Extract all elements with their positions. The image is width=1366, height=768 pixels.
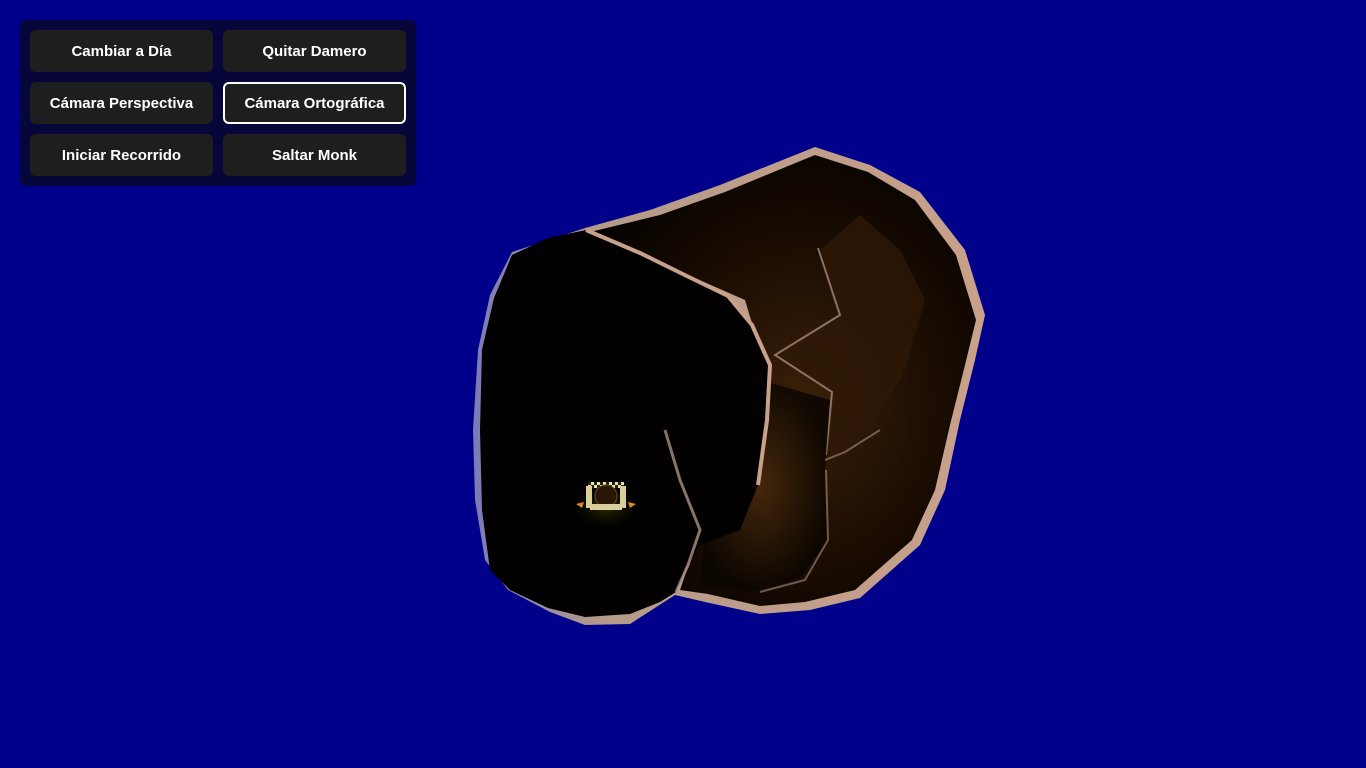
monk-checker-bottom [590,504,622,510]
monk-body [594,484,618,508]
start-tour-button[interactable]: Iniciar Recorrido [30,134,213,176]
monk-character[interactable] [568,480,644,532]
orthographic-camera-button[interactable]: Cámara Ortográfica [223,82,406,124]
control-panel: Cambiar a Día Quitar Damero Cámara Perspec… [20,20,416,186]
toggle-day-button[interactable]: Cambiar a Día [30,30,213,72]
perspective-camera-button[interactable]: Cámara Perspectiva [30,82,213,124]
toggle-checker-button[interactable]: Quitar Damero [223,30,406,72]
jump-monk-button[interactable]: Saltar Monk [223,134,406,176]
